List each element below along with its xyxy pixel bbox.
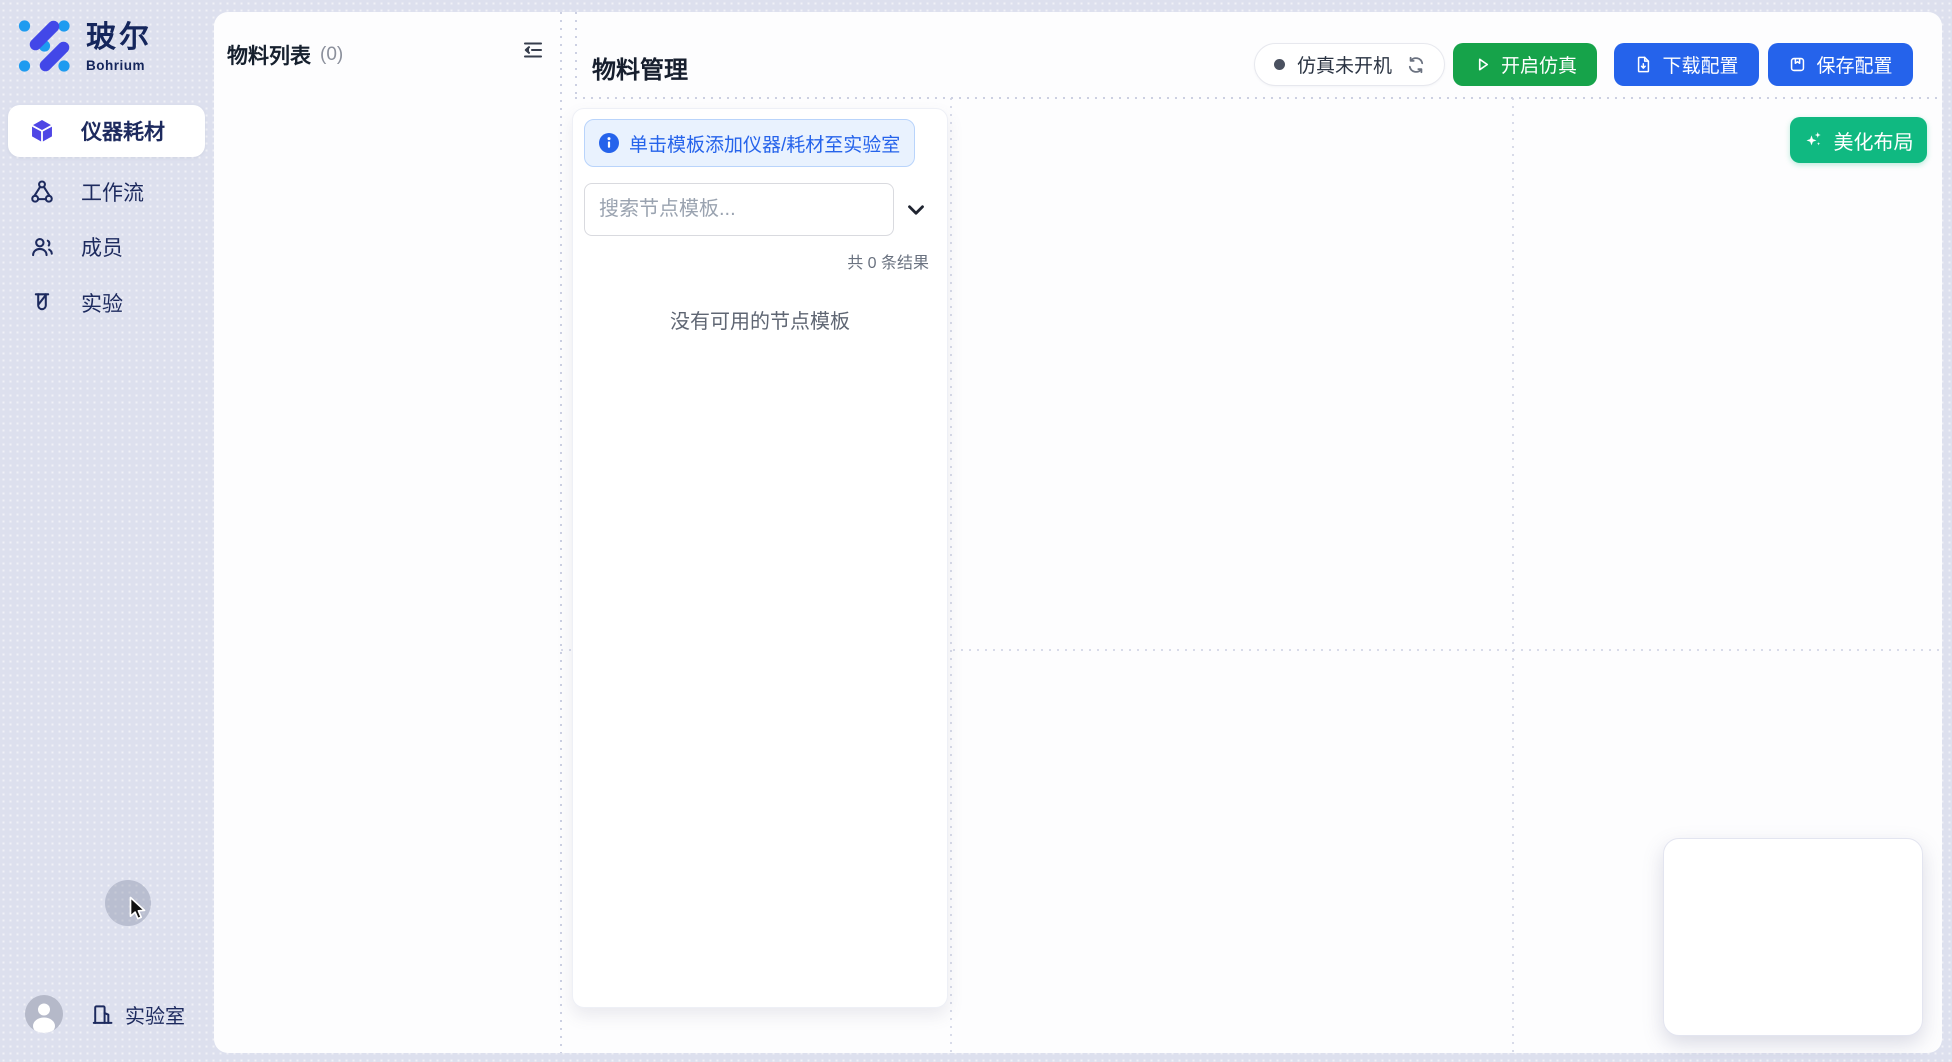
- sidebar-item-label: 成员: [81, 232, 123, 262]
- members-icon: [29, 234, 55, 260]
- start-simulation-label: 开启仿真: [1501, 51, 1577, 78]
- status-dot-icon: [1274, 59, 1285, 70]
- material-list-title: 物料列表: [227, 40, 311, 70]
- canvas-minimap[interactable]: [1663, 838, 1923, 1036]
- beautify-layout-button[interactable]: 美化布局: [1790, 117, 1927, 163]
- refresh-status-button[interactable]: [1406, 55, 1426, 75]
- mouse-cursor: [126, 896, 150, 923]
- collapse-panel-button[interactable]: [519, 37, 547, 65]
- test-tube-icon: [29, 290, 55, 316]
- template-result-count: 共 0 条结果: [847, 249, 929, 273]
- cube-icon: [29, 118, 55, 144]
- download-config-button[interactable]: 下载配置: [1614, 43, 1759, 86]
- template-hint-banner: 单击模板添加仪器/耗材至实验室: [584, 119, 915, 167]
- canvas-grid-line-v: [950, 98, 952, 1053]
- header-left-divider: [575, 12, 577, 98]
- sidebar-item-instruments[interactable]: 仪器耗材: [8, 105, 205, 157]
- main-window: 物料列表 (0) 物料管理 仿真未开机: [214, 12, 1942, 1053]
- lab-switcher[interactable]: 实验室: [90, 1000, 185, 1029]
- save-config-button[interactable]: 保存配置: [1768, 43, 1913, 86]
- user-avatar[interactable]: [25, 995, 63, 1033]
- sidebar-item-label: 实验: [81, 288, 123, 318]
- header-actions: 仿真未开机 开启仿真: [1254, 43, 1913, 86]
- status-label: 仿真未开机: [1297, 51, 1392, 78]
- brand-logo: 玻尔 Bohrium: [16, 18, 152, 74]
- workflow-icon: [29, 179, 55, 205]
- template-empty-text: 没有可用的节点模板: [573, 305, 947, 334]
- beautify-layout-label: 美化布局: [1834, 126, 1914, 155]
- simulation-status-pill: 仿真未开机: [1254, 43, 1445, 86]
- sparkles-icon: [1804, 130, 1824, 150]
- panel-divider: [560, 12, 562, 1053]
- chevron-down-icon: [903, 197, 929, 223]
- sidebar-item-experiments[interactable]: 实验: [8, 277, 205, 329]
- lab-label: 实验室: [125, 1000, 185, 1029]
- info-icon: [599, 133, 619, 153]
- avatar-person-icon: [25, 995, 63, 1033]
- file-download-icon: [1634, 55, 1653, 74]
- template-hint-text: 单击模板添加仪器/耗材至实验室: [629, 130, 900, 157]
- sidebar-footer: 实验室: [25, 995, 185, 1033]
- start-simulation-button[interactable]: 开启仿真: [1453, 43, 1597, 86]
- search-template-input[interactable]: [584, 183, 894, 236]
- page-title: 物料管理: [592, 50, 688, 85]
- brand-subtitle: Bohrium: [86, 58, 152, 73]
- download-config-label: 下载配置: [1662, 51, 1738, 78]
- sidebar-item-label: 工作流: [81, 177, 144, 207]
- node-template-panel: 单击模板添加仪器/耗材至实验室 共 0 条结果 没有可用的节点模板: [572, 108, 948, 1008]
- refresh-icon: [1406, 55, 1426, 75]
- menu-fold-icon: [521, 38, 545, 62]
- sidebar-item-members[interactable]: 成员: [8, 221, 205, 273]
- material-list-count: (0): [320, 44, 343, 66]
- play-icon: [1473, 55, 1492, 74]
- template-list-toggle[interactable]: [903, 197, 929, 223]
- building-icon: [90, 1002, 115, 1027]
- canvas-grid-line-v: [1512, 98, 1514, 1053]
- sidebar-nav: 仪器耗材 工作流 成员: [8, 105, 205, 329]
- sidebar-item-label: 仪器耗材: [81, 116, 165, 146]
- material-list-header: 物料列表 (0): [227, 40, 557, 70]
- bohrium-logo-icon: [16, 18, 72, 74]
- header-bottom-divider: [575, 97, 1942, 99]
- sidebar-item-workflow[interactable]: 工作流: [8, 166, 205, 218]
- brand-name: 玻尔: [86, 21, 152, 55]
- save-icon: [1788, 55, 1807, 74]
- app-root: 玻尔 Bohrium 仪器耗材 工作流: [0, 0, 1952, 1062]
- save-config-label: 保存配置: [1816, 51, 1892, 78]
